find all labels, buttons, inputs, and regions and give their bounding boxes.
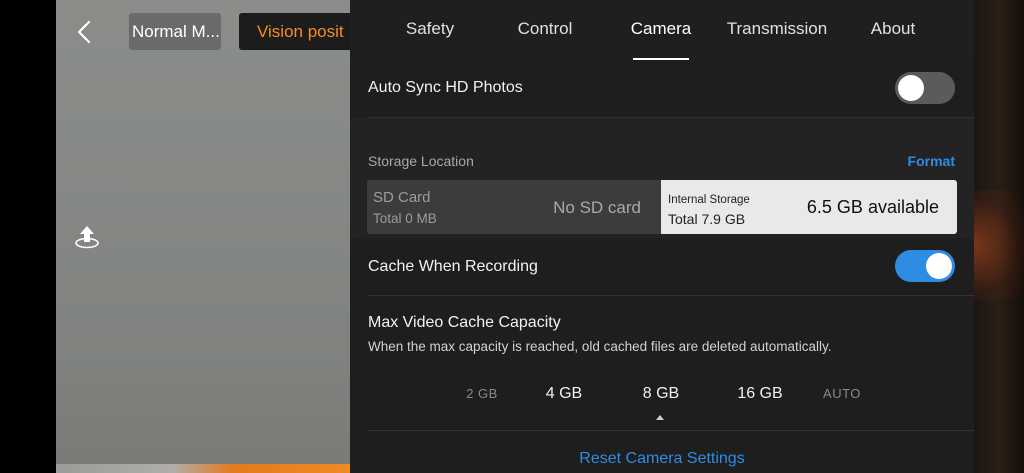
sd-card-total: Total 0 MB [373,211,437,226]
camera-bottom-bar [56,464,350,473]
internal-storage-option[interactable]: Internal Storage Total 7.9 GB 6.5 GB ava… [661,180,957,234]
max-cache-description: When the max capacity is reached, old ca… [368,339,832,354]
divider [368,295,974,296]
left-border [0,0,56,473]
sd-card-name: SD Card [373,189,431,206]
upload-icon[interactable] [74,224,100,250]
back-button[interactable] [70,16,98,48]
tab-about[interactable]: About [853,0,933,60]
cache-recording-label: Cache When Recording [368,258,538,275]
sd-card-status: No SD card [553,198,641,217]
chevron-left-icon [77,20,91,44]
settings-panel: Safety Control Camera Transmission About… [350,0,974,473]
cache-option-16gb[interactable]: 16 GB [730,383,790,405]
auto-sync-label: Auto Sync HD Photos [368,79,523,96]
camera-feed [56,0,350,473]
tab-transmission[interactable]: Transmission [717,0,837,60]
active-tab-indicator [633,58,689,60]
divider [368,430,974,431]
tab-camera[interactable]: Camera [621,0,701,60]
internal-storage-available: 6.5 GB available [806,197,939,217]
cache-option-4gb[interactable]: 4 GB [539,383,589,405]
reset-camera-settings-button[interactable]: Reset Camera Settings [350,450,974,468]
right-border [974,0,1024,473]
cache-option-8gb[interactable]: 8 GB [635,383,687,405]
storage-selector: SD Card Total 0 MB No SD card Internal S… [367,180,957,234]
internal-storage-name: Internal Storage [668,194,750,206]
tab-safety[interactable]: Safety [390,0,470,60]
sd-card-option[interactable]: SD Card Total 0 MB No SD card [367,180,661,234]
settings-tabs: Safety Control Camera Transmission About [350,0,974,60]
internal-storage-total: Total 7.9 GB [668,211,746,227]
cache-option-auto[interactable]: AUTO [820,383,864,405]
format-button[interactable]: Format [908,153,955,169]
max-cache-title: Max Video Cache Capacity [368,314,561,331]
storage-location-label: Storage Location [368,153,474,169]
cache-recording-toggle[interactable] [895,250,955,282]
cache-option-2gb[interactable]: 2 GB [460,383,504,405]
vision-positioning-button[interactable]: Vision posit [239,13,350,50]
selected-indicator-icon [656,415,664,420]
auto-sync-toggle[interactable] [895,72,955,104]
flight-mode-button[interactable]: Normal M... [129,13,221,50]
tab-control[interactable]: Control [505,0,585,60]
